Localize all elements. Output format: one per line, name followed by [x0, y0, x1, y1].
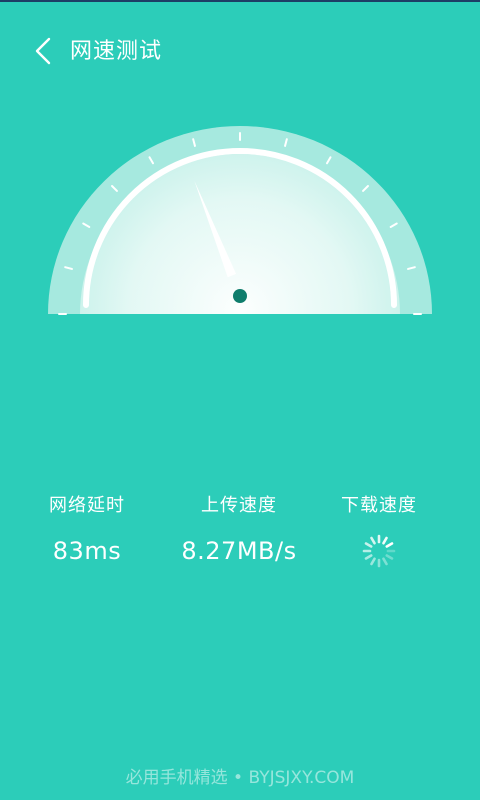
spinner-segment [370, 557, 376, 566]
latency-label: 网络延时 [49, 495, 125, 516]
upload-value: 8.27MB/s [181, 537, 297, 565]
spinner-segment [382, 557, 388, 566]
stats-panel: 网络延时 83ms 上传速度 8.27MB/s 下载速度 [0, 492, 480, 582]
latency-stat: 网络延时 83ms [12, 492, 162, 566]
spinner-segment [370, 536, 376, 545]
download-stat: 下载速度 [304, 492, 454, 568]
speed-gauge [40, 118, 440, 318]
spinner-segment [364, 542, 373, 548]
screen: 网速测试 网络延时 83ms 上传速度 8.27MB/s 下载速度 必用手机精选… [0, 0, 480, 800]
spinner-segment [364, 554, 373, 560]
status-strip [0, 0, 480, 2]
upload-label: 上传速度 [201, 495, 277, 516]
watermark: 必用手机精选 • BYJSJXY.COM [125, 768, 355, 788]
needle-pivot [233, 289, 247, 303]
back-button[interactable] [26, 34, 60, 68]
page-title: 网速测试 [70, 39, 163, 64]
download-label: 下载速度 [341, 495, 417, 516]
spinner-segment [385, 542, 394, 548]
latency-value: 83ms [52, 537, 122, 565]
spinner-segment [382, 536, 388, 545]
app-bar: 网速测试 [0, 20, 480, 84]
loading-spinner-icon [362, 534, 396, 568]
chevron-left-icon [35, 37, 51, 65]
upload-stat: 上传速度 8.27MB/s [164, 492, 314, 566]
spinner-segment [385, 554, 394, 560]
